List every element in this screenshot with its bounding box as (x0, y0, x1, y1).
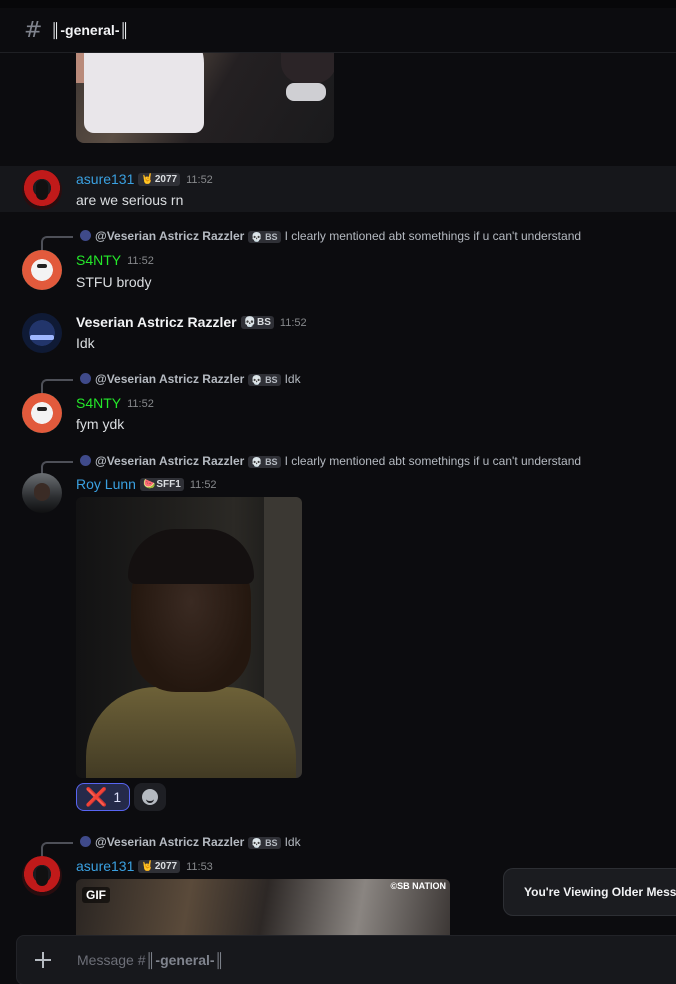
role-emoji-icon: 💀 (251, 375, 263, 385)
gif-attachment[interactable]: GIF ©SB NATION (76, 879, 450, 935)
role-emoji-icon: 🍉 (142, 479, 156, 490)
timestamp: 11:52 (189, 479, 217, 491)
message-text: fym ydk (76, 416, 125, 432)
message-item[interactable]: asure131 🤘2077 11:52 are we serious rn (0, 166, 676, 212)
message-list[interactable]: asure131 🤘2077 11:52 are we serious rn @Ve… (0, 53, 676, 935)
timestamp: 11:52 (279, 317, 307, 329)
channel-title[interactable]: ║-general-║ (50, 22, 129, 38)
role-emoji-icon: 💀 (251, 232, 263, 242)
reply-preview[interactable]: @Veserian Astricz Razzler 💀 BS Idk (80, 372, 301, 386)
timestamp: 11:52 (186, 174, 213, 186)
reply-avatar (80, 836, 91, 847)
username[interactable]: Roy Lunn (76, 476, 136, 492)
add-reaction-button[interactable] (134, 783, 167, 811)
role-emoji-icon: 🤘 (141, 861, 154, 872)
avatar[interactable] (22, 170, 62, 210)
video-attachment[interactable] (76, 497, 302, 778)
message-item[interactable]: @Veserian Astricz Razzler 💀 BS I clearly m… (0, 453, 676, 818)
avatar[interactable] (22, 473, 62, 513)
username[interactable]: S4NTY (76, 252, 121, 268)
reaction-cross[interactable]: ❌ 1 (76, 783, 131, 811)
reply-preview[interactable]: @Veserian Astricz Razzler 💀 BS I clearly m… (80, 454, 581, 468)
reply-avatar (80, 373, 91, 384)
reply-spine (41, 379, 73, 393)
timestamp: 11:52 (127, 398, 154, 410)
username[interactable]: asure131 (76, 171, 134, 187)
reply-avatar (80, 230, 91, 241)
channel-header: # ║-general-║ (0, 0, 676, 53)
older-messages-banner[interactable]: You're Viewing Older Messa (503, 868, 676, 916)
message-composer[interactable]: Message #║-general-║ (16, 935, 676, 984)
message-text: are we serious rn (76, 192, 184, 208)
message-text: Idk (76, 335, 95, 351)
message-item[interactable]: @Veserian Astricz Razzler 💀 BS Idk S4NTY 11… (0, 371, 676, 435)
role-tag: 🍉SFF1 (139, 478, 184, 491)
role-emoji-icon: 🤘 (141, 174, 154, 185)
username[interactable]: asure131 (76, 858, 134, 874)
avatar[interactable] (22, 313, 62, 353)
message-text: STFU brody (76, 274, 152, 290)
cross-mark-icon: ❌ (85, 786, 108, 808)
reply-spine (41, 236, 73, 250)
username[interactable]: S4NTY (76, 395, 121, 411)
message-item[interactable]: @Veserian Astricz Razzler 💀 BS I clearly m… (0, 228, 676, 292)
plus-icon[interactable] (31, 948, 55, 972)
gif-watermark: ©SB NATION (390, 881, 446, 891)
role-emoji-icon: 💀 (243, 317, 257, 328)
avatar[interactable] (22, 393, 62, 433)
reply-spine (41, 842, 73, 856)
image-attachment[interactable] (76, 53, 334, 143)
role-emoji-icon: 💀 (251, 457, 263, 467)
reply-preview[interactable]: @Veserian Astricz Razzler 💀 BS Idk (80, 835, 301, 849)
role-tag: 💀BS (240, 316, 274, 329)
role-emoji-icon: 💀 (251, 838, 263, 848)
role-tag: 🤘2077 (138, 860, 181, 873)
hash-icon: # (24, 17, 43, 43)
gif-label: GIF (82, 887, 110, 903)
username[interactable]: Veserian Astricz Razzler (76, 314, 237, 330)
timestamp: 11:53 (186, 861, 213, 873)
avatar[interactable] (22, 856, 62, 896)
reply-avatar (80, 455, 91, 466)
timestamp: 11:52 (127, 255, 154, 267)
role-tag: 🤘2077 (138, 173, 181, 186)
reaction-count: 1 (113, 789, 122, 805)
smiley-icon (142, 789, 159, 805)
avatar[interactable] (22, 250, 62, 290)
message-input[interactable]: Message #║-general-║ (77, 952, 224, 968)
message-item[interactable]: Veserian Astricz Razzler 💀BS 11:52 Idk (0, 311, 676, 357)
reply-preview[interactable]: @Veserian Astricz Razzler 💀 BS I clearly m… (80, 229, 581, 243)
